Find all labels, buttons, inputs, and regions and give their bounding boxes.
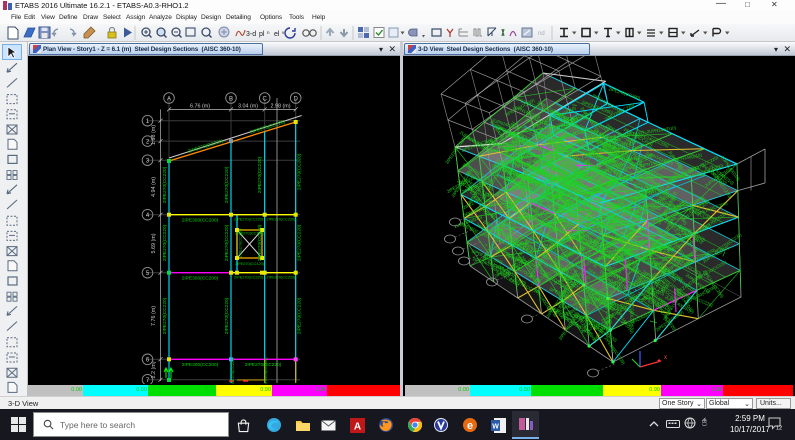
svg-text:2IPE270(CC220): 2IPE270(CC220) [231, 357, 235, 384]
svg-text:D: D [294, 96, 299, 102]
svg-text:2IPE270(CC220): 2IPE270(CC220) [626, 247, 631, 280]
svg-text:C: C [263, 96, 268, 102]
svg-text:2IPE270(CC220): 2IPE270(CC220) [580, 245, 585, 278]
svg-text:2IPE240(CC200): 2IPE240(CC200) [608, 86, 641, 101]
svg-text:2IPE300(CC200): 2IPE300(CC200) [182, 362, 219, 368]
svg-text:2IPE300(CC200): 2IPE300(CC200) [182, 218, 219, 224]
svg-text:2IPE270(CC220): 2IPE270(CC220) [264, 357, 268, 384]
svg-text:12: 12 [776, 426, 782, 431]
svg-text:2IPE270(CC220): 2IPE270(CC220) [267, 276, 297, 280]
svg-text:2IPE270(CC220): 2IPE270(CC220) [234, 218, 264, 222]
svg-text:2: 2 [146, 139, 150, 145]
svg-text:2IPE270(CC220): 2IPE270(CC220) [267, 218, 297, 222]
svg-text:6: 6 [146, 358, 150, 364]
svg-text:2IPE270(CC120): 2IPE270(CC120) [235, 232, 265, 236]
svg-text:2IPE270(CC220): 2IPE270(CC220) [584, 294, 589, 327]
svg-text:1: 1 [146, 119, 150, 125]
svg-text:2.2 (m): 2.2 (m) [151, 361, 157, 378]
svg-text:4.94 (m): 4.94 (m) [151, 177, 157, 197]
svg-text:A: A [354, 421, 361, 432]
svg-text:2IPE270(CC220): 2IPE270(CC220) [606, 304, 611, 337]
svg-text:2IPE270(CC220): 2IPE270(CC220) [162, 166, 168, 203]
svg-text:4: 4 [146, 213, 150, 219]
svg-text:2IPE270(CC220): 2IPE270(CC220) [224, 166, 230, 203]
svg-text:nd: nd [538, 31, 545, 37]
svg-text:2IPE270(CC220): 2IPE270(CC220) [224, 224, 230, 261]
svg-text:3.04 (m): 3.04 (m) [238, 104, 258, 110]
svg-text:7.76 (m): 7.76 (m) [151, 306, 157, 326]
svg-text:3-d: 3-d [246, 31, 256, 38]
svg-text:2IPE270(CC220): 2IPE270(CC220) [224, 297, 230, 334]
svg-text:el: el [274, 31, 280, 38]
svg-text:2IPE270(CC220): 2IPE270(CC220) [602, 254, 607, 287]
svg-text:2IPE270(CC220): 2IPE270(CC220) [629, 296, 634, 329]
svg-text:2IPE270(CC220): 2IPE270(CC220) [297, 297, 303, 334]
svg-text:pl: pl [259, 31, 265, 38]
svg-text:B: B [229, 96, 233, 102]
svg-text:2IPE270(CC220): 2IPE270(CC220) [257, 156, 263, 193]
svg-text:n: n [267, 30, 270, 35]
svg-text:2IPE270(CC220): 2IPE270(CC220) [297, 153, 303, 190]
svg-text:5: 5 [146, 271, 150, 277]
svg-text:2IPE270(CC220): 2IPE270(CC220) [162, 224, 168, 261]
svg-text:A: A [167, 96, 171, 102]
svg-text:6.76 (m): 6.76 (m) [190, 104, 210, 110]
svg-text:5.69 (m): 5.69 (m) [151, 233, 157, 253]
svg-text:2.98 (m): 2.98 (m) [270, 104, 290, 110]
svg-text:2IPE270(CC220): 2IPE270(CC220) [297, 224, 303, 261]
svg-text:3: 3 [146, 159, 150, 165]
svg-text:W: W [492, 423, 499, 430]
svg-text:x: x [664, 355, 667, 361]
svg-text:2IPE270(CC220): 2IPE270(CC220) [234, 276, 264, 280]
svg-text:2IPE270(CC120): 2IPE270(CC120) [235, 262, 265, 266]
svg-text:2IPE270(CC220): 2IPE270(CC220) [257, 224, 263, 261]
svg-text:1.98 (m): 1.98 (m) [151, 125, 157, 145]
svg-text:2IPE300(CC200): 2IPE300(CC200) [182, 276, 219, 282]
svg-text:2IPE270(CC220): 2IPE270(CC220) [249, 119, 286, 136]
svg-text:2IPE270(CC220): 2IPE270(CC220) [162, 297, 168, 334]
svg-text:e: e [466, 420, 472, 432]
